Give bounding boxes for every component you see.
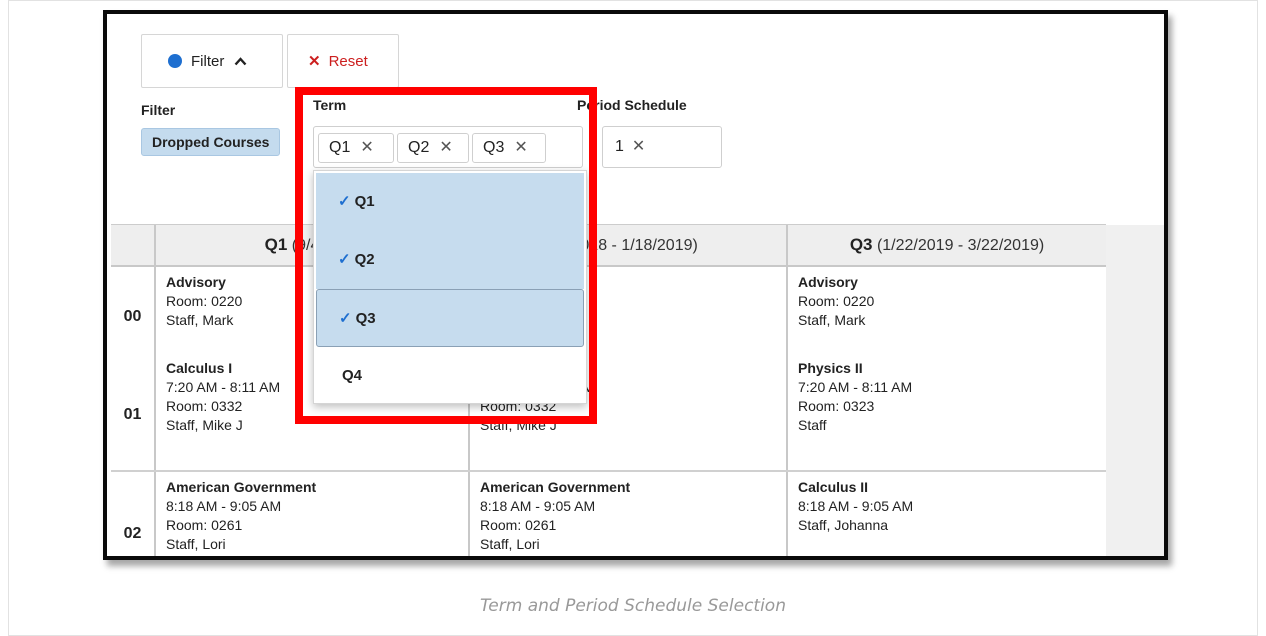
schedule-cell[interactable]: Calculus II 8:18 AM - 9:05 AM Staff, Joh… xyxy=(786,472,1106,556)
schedule-header-row: Q1 (9/4/2018 5/2018 - 1/18/2019) Q3 (1/2… xyxy=(111,225,1106,267)
chevron-up-icon xyxy=(234,54,247,69)
course-detail: 8:18 AM - 9:05 AM xyxy=(480,498,596,514)
filter-chip-dropped-courses[interactable]: Dropped Courses xyxy=(141,128,281,156)
reset-button[interactable]: ✕ Reset xyxy=(287,34,399,88)
course-name: Advisory xyxy=(798,274,858,290)
period-label: 02 xyxy=(123,525,142,542)
course-detail: Staff, Lori xyxy=(480,536,540,552)
schedule-cell[interactable]: American Government 8:18 AM - 9:05 AM Ro… xyxy=(154,472,468,556)
filter-indicator-icon xyxy=(168,54,182,68)
screenshot-frame: Filter ✕ Reset Filter Dropped Courses Te… xyxy=(103,10,1168,560)
close-icon: ✕ xyxy=(308,53,321,70)
filter-label: Filter xyxy=(141,102,176,118)
course-detail: Staff, Lori xyxy=(166,536,226,552)
course-detail: Staff, Johanna xyxy=(798,517,889,533)
course-name: American Government xyxy=(166,479,317,495)
course-detail: 7:20 AM - 8:11 AM xyxy=(798,379,913,395)
remove-icon[interactable]: ✕ xyxy=(632,138,645,155)
right-gutter xyxy=(1106,225,1164,556)
term-header-name: Q3 xyxy=(849,235,873,254)
period-schedule-multiselect[interactable]: 1 ✕ xyxy=(602,126,722,168)
course-name: Physics II xyxy=(798,360,863,376)
reset-button-label: Reset xyxy=(328,52,368,70)
highlight-box xyxy=(295,87,597,424)
period-label: 00 xyxy=(123,308,142,325)
course-detail: Room: 0261 xyxy=(480,517,557,533)
term-header-q3: Q3 (1/22/2019 - 3/22/2019) xyxy=(786,225,1106,265)
schedule-cell[interactable]: Physics II 7:20 AM - 8:11 AM Room: 0323 … xyxy=(786,353,1106,471)
filter-toggle-button[interactable]: Filter xyxy=(141,34,283,88)
course-detail: Staff, Mark xyxy=(798,312,866,328)
course-name: Calculus II xyxy=(798,479,869,495)
filter-button-label: Filter xyxy=(191,52,225,70)
course-detail: 8:18 AM - 9:05 AM xyxy=(798,498,914,514)
course-detail: Room: 0323 xyxy=(798,398,875,414)
course-name: American Government xyxy=(480,479,631,495)
term-header-name: Q1 xyxy=(264,235,288,254)
course-detail: 8:18 AM - 9:05 AM xyxy=(166,498,282,514)
course-detail: Room: 0220 xyxy=(798,293,875,309)
schedule-cell[interactable]: American Government 8:18 AM - 9:05 AM Ro… xyxy=(468,472,786,556)
schedule-grid: Q1 (9/4/2018 5/2018 - 1/18/2019) Q3 (1/2… xyxy=(111,224,1164,556)
course-detail: Room: 0261 xyxy=(166,517,243,533)
figure-caption: Term and Period Schedule Selection xyxy=(480,596,786,616)
period-label: 01 xyxy=(123,406,142,423)
term-header-range: (1/22/2019 - 3/22/2019) xyxy=(876,237,1045,254)
course-detail: Staff xyxy=(798,417,827,433)
schedule-cell[interactable]: Advisory Room: 0220 Staff, Mark xyxy=(786,267,1106,353)
period-chip-label: 1 xyxy=(615,138,624,155)
